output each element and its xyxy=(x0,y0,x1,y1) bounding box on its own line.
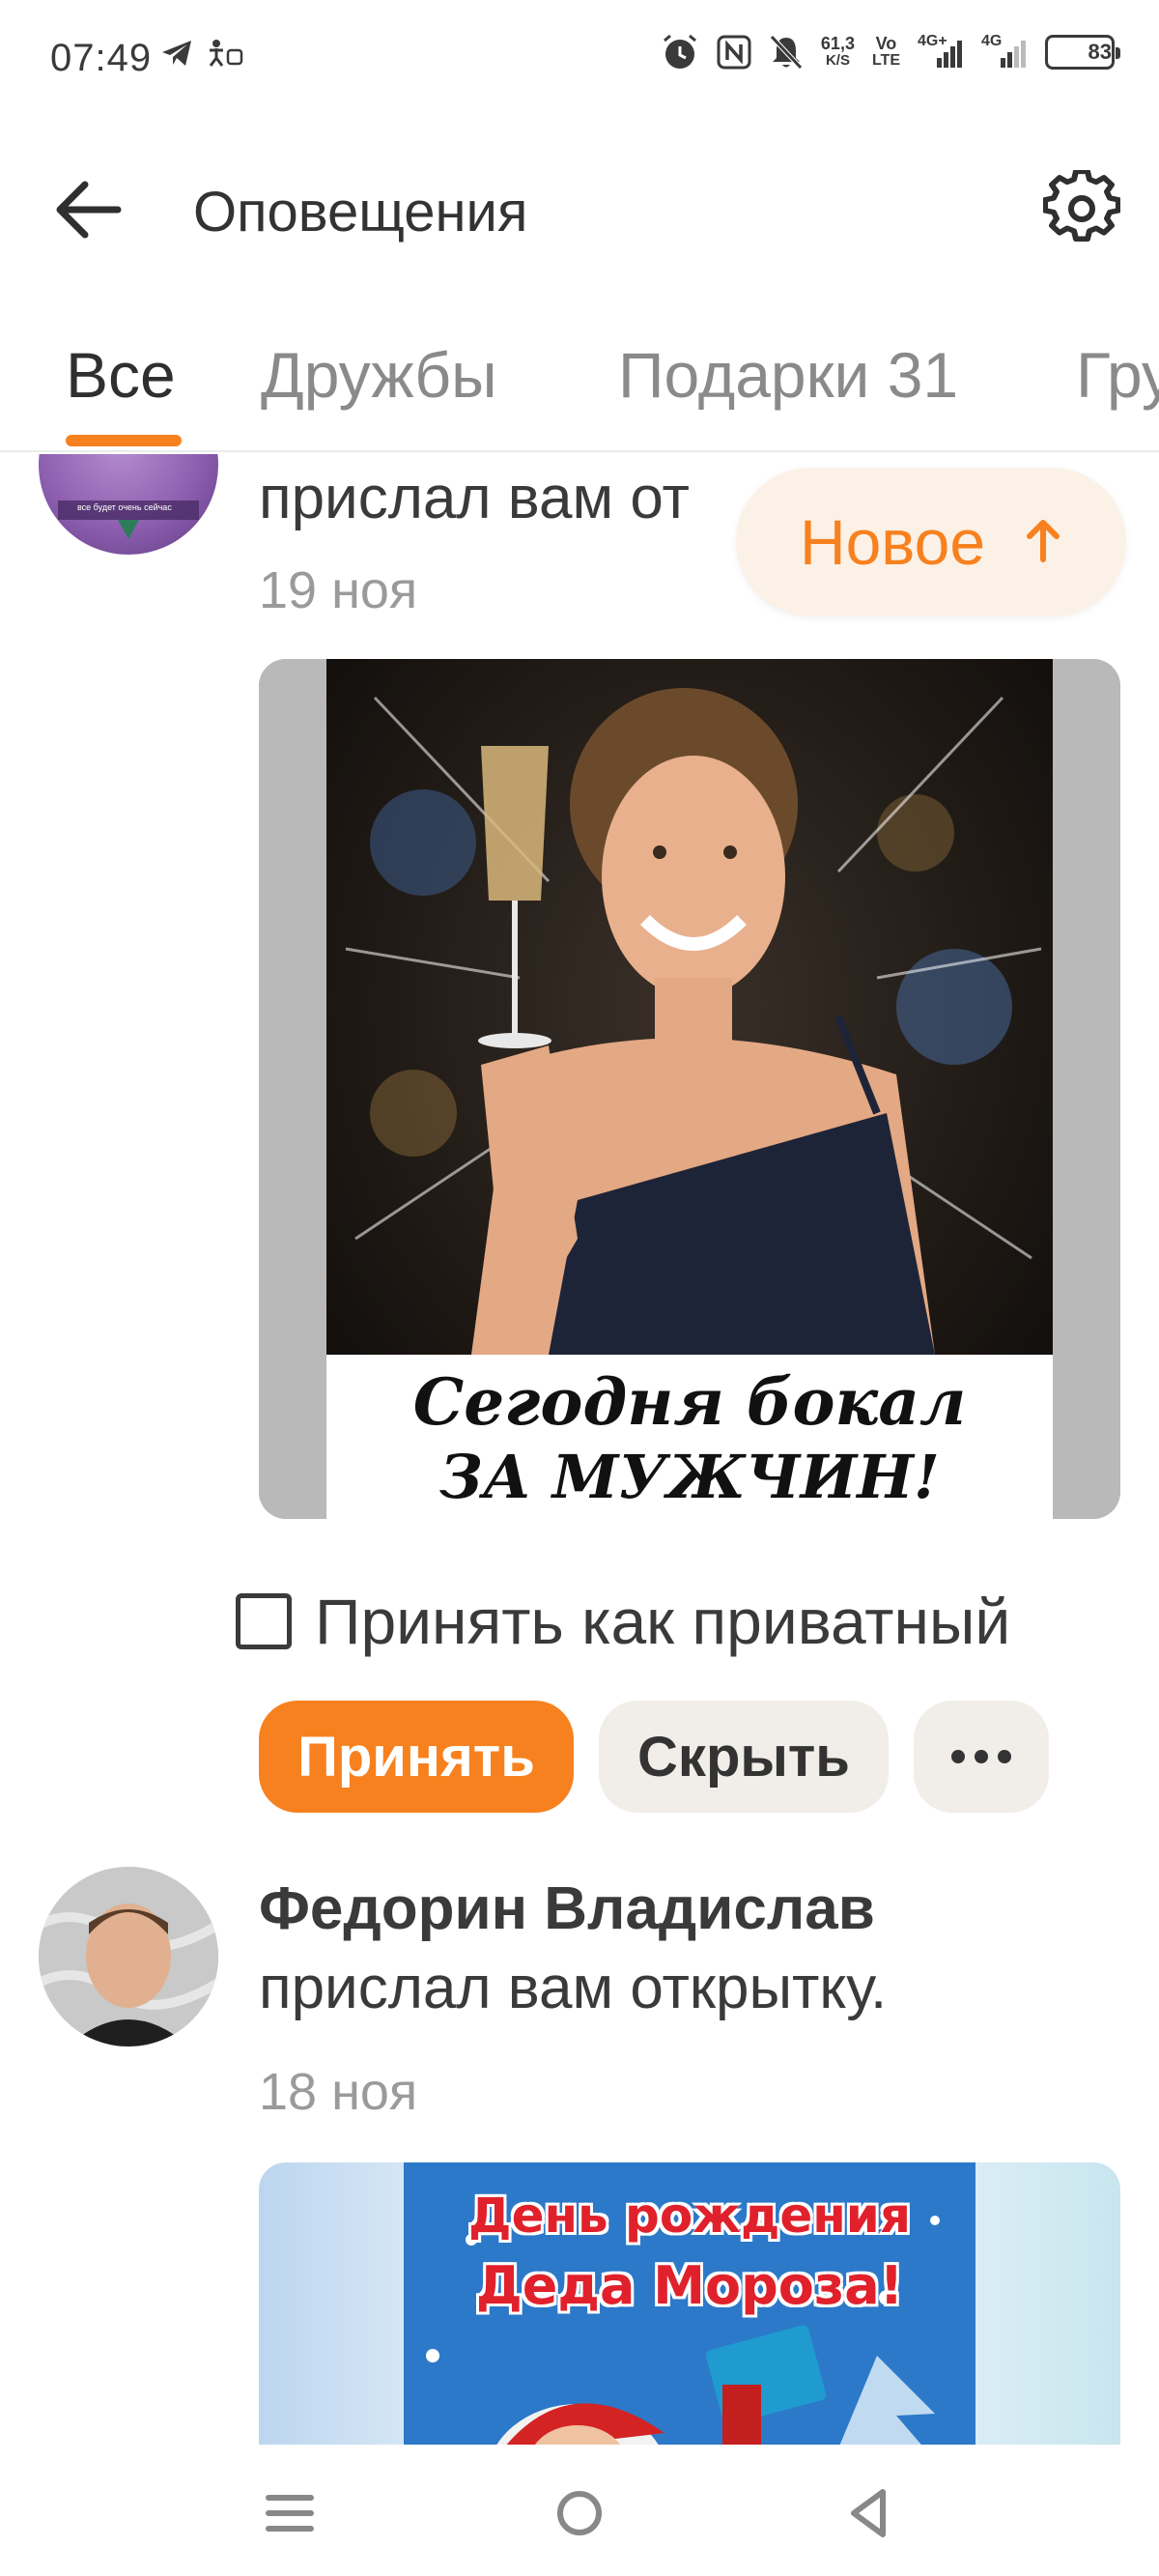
back-button[interactable] xyxy=(50,176,127,243)
avatar-caption: все будет очень сейчас xyxy=(77,502,172,512)
gear-icon xyxy=(1042,168,1121,243)
page-title: Оповещения xyxy=(193,181,528,243)
notification-date: 19 ноя xyxy=(259,561,418,619)
battery-icon: 83 xyxy=(1045,35,1120,70)
accessibility-icon xyxy=(207,39,245,68)
telegram-icon xyxy=(160,39,193,68)
net-speed: 61,3 K/S xyxy=(820,34,855,69)
recent-apps-button[interactable] xyxy=(251,2479,328,2547)
postcard-caption-line2: ЗА МУЖЧИН! xyxy=(438,1442,941,1512)
postcard-caption-line1: День рождения xyxy=(468,2188,911,2244)
avatar-photo xyxy=(39,1867,218,2046)
volte-icon: Vo LTE xyxy=(871,34,900,69)
status-time: 07:49 xyxy=(50,37,153,79)
notification-sender-name: Федорин Владислав xyxy=(259,1875,875,1943)
signal-2-icon: 4G xyxy=(981,33,1028,72)
arrow-up-icon xyxy=(1024,517,1062,568)
system-back-button[interactable] xyxy=(831,2479,908,2547)
menu-icon xyxy=(266,2495,314,2532)
tab-bar: Все Дружбы Подарки 31 Гру xyxy=(0,327,1159,452)
triangle-back-icon xyxy=(851,2489,886,2537)
active-tab-indicator xyxy=(66,435,182,446)
notification-date: 18 ноя xyxy=(259,2063,418,2121)
settings-button[interactable] xyxy=(1042,168,1121,247)
notification-text: прислал вам от xyxy=(259,465,690,531)
tab-gifts[interactable]: Подарки 31 xyxy=(618,338,958,412)
notification-text: прислал вам открытку. xyxy=(259,1955,888,2021)
private-label: Принять как приватный xyxy=(315,1586,1011,1657)
postcard-image[interactable]: День рождения Деда Мороза! xyxy=(259,2162,1120,2445)
tab-all[interactable]: Все xyxy=(66,338,176,412)
home-button[interactable] xyxy=(541,2479,618,2547)
private-checkbox[interactable] xyxy=(236,1593,292,1649)
notification-feed[interactable]: все будет очень сейчас прислал вам от 19… xyxy=(0,454,1159,2445)
accept-private-option[interactable]: Принять как приватный xyxy=(236,1585,1010,1658)
sender-name[interactable]: Федорин Владислав xyxy=(259,1875,875,1942)
arrow-left-icon xyxy=(56,181,122,239)
postcard-caption-line1: Сегодня бокал xyxy=(412,1364,967,1440)
alarm-icon xyxy=(661,33,699,72)
circle-icon xyxy=(557,2491,602,2535)
tab-groups[interactable]: Гру xyxy=(1076,338,1159,412)
signal-1-icon: 4G+ xyxy=(918,33,964,72)
accept-button[interactable]: Принять xyxy=(259,1701,574,1813)
system-nav-bar xyxy=(0,2445,1159,2576)
status-right-icons: 61,3 K/S Vo LTE 4G+ 4G 83 xyxy=(661,33,1120,72)
app-header: Оповещения xyxy=(0,155,1159,261)
postcard-image[interactable]: Сегодня бокал ЗА МУЖЧИН! xyxy=(259,659,1120,1519)
postcard-caption-line2: Деда Мороза! xyxy=(475,2255,904,2316)
new-label: Новое xyxy=(799,506,986,578)
avatar[interactable]: все будет очень сейчас xyxy=(39,454,218,555)
more-options-button[interactable] xyxy=(914,1701,1049,1813)
tab-friendships[interactable]: Дружбы xyxy=(261,338,497,412)
hide-button[interactable]: Скрыть xyxy=(599,1701,889,1813)
mute-icon xyxy=(769,34,804,71)
new-notifications-button[interactable]: Новое xyxy=(736,468,1126,616)
nfc-icon xyxy=(717,35,751,70)
avatar[interactable] xyxy=(39,1867,218,2046)
more-dots-icon xyxy=(951,1750,1011,1763)
status-bar: 07:49 61,3 K/S Vo LTE 4G+ 4G 83 xyxy=(0,0,1159,116)
status-left-icons xyxy=(160,39,245,68)
